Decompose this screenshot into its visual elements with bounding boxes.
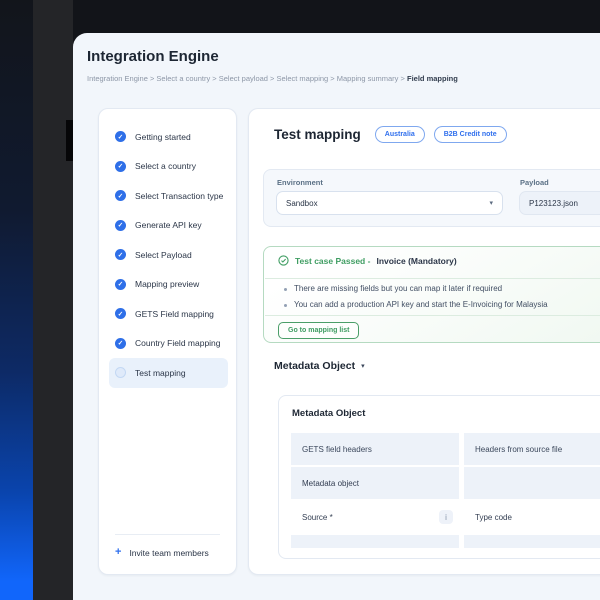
transaction-type-badge: B2B Credit note xyxy=(433,126,507,143)
check-circle-outline-icon xyxy=(278,255,289,266)
environment-form: Environment Sandbox ▾ Payload P123123.js… xyxy=(263,169,600,227)
stepper-step-mapping-preview[interactable]: ✓ Mapping preview xyxy=(109,270,228,300)
check-circle-icon: ✓ xyxy=(115,190,126,202)
check-circle-icon: ✓ xyxy=(115,160,126,172)
page-title: Integration Engine xyxy=(87,48,219,65)
stepper-step-country-field-mapping[interactable]: ✓ Country Field mapping xyxy=(109,329,228,359)
payload-field[interactable]: P123123.json xyxy=(519,191,600,215)
app-window: C xyxy=(0,0,600,600)
invite-team-members-button[interactable]: + Invite team members xyxy=(115,547,209,558)
check-circle-icon: ✓ xyxy=(115,131,126,143)
alert-bullet: There are missing fields but you can map… xyxy=(283,284,503,293)
sidebar: C xyxy=(33,0,106,600)
metadata-object-dropdown[interactable]: Metadata Object ▾ xyxy=(274,360,365,372)
divider xyxy=(115,534,220,535)
col-header-source: Headers from source file xyxy=(464,433,600,465)
payload-label: Payload xyxy=(520,178,549,187)
table-row: Source * i Type code xyxy=(291,501,600,533)
alert-bullet: You can add a production API key and sta… xyxy=(284,300,548,309)
check-circle-icon: ✓ xyxy=(115,249,126,261)
test-mapping-panel: Test mapping Australia B2B Credit note E… xyxy=(248,108,600,575)
stepper-step-gets-field-mapping[interactable]: ✓ GETS Field mapping xyxy=(109,299,228,329)
go-to-mapping-list-button[interactable]: Go to mapping list xyxy=(278,322,360,339)
stepper-steps: ✓ Getting started ✓ Select a country ✓ S… xyxy=(109,122,228,388)
breadcrumb-current: Field mapping xyxy=(406,74,458,83)
alert-status-text: Test case Passed - xyxy=(295,255,371,266)
divider xyxy=(265,315,600,316)
stepper-step-select-payload[interactable]: ✓ Select Payload xyxy=(109,240,228,270)
alert-header: Test case Passed - Invoice (Mandatory) xyxy=(278,255,457,266)
metadata-object-card: Metadata Object GETS field headers Heade… xyxy=(278,395,600,559)
card-title: Metadata Object xyxy=(292,408,366,419)
section-title: Test mapping xyxy=(274,127,361,142)
mapping-table: GETS field headers Headers from source f… xyxy=(291,433,600,548)
alert-subject-text: Invoice (Mandatory) xyxy=(376,255,457,266)
table-row: Metadata object xyxy=(291,467,600,499)
test-mapping-header: Test mapping Australia B2B Credit note xyxy=(274,126,507,143)
breadcrumb-path[interactable]: Integration Engine > Select a country > … xyxy=(87,74,407,83)
chevron-down-icon: ▾ xyxy=(489,200,493,207)
divider xyxy=(265,278,600,279)
check-circle-icon: ✓ xyxy=(115,278,126,290)
country-badge: Australia xyxy=(374,126,425,143)
table-row: Source Object xyxy=(291,535,600,548)
stepper-panel: ✓ Getting started ✓ Select a country ✓ S… xyxy=(98,108,237,575)
caret-down-icon: ▾ xyxy=(361,363,365,370)
stepper-step-generate-api-key[interactable]: ✓ Generate API key xyxy=(109,211,228,241)
brand-gradient xyxy=(0,0,33,600)
pending-circle-icon xyxy=(115,367,126,379)
test-result-alert: Test case Passed - Invoice (Mandatory) T… xyxy=(263,246,600,343)
stepper-step-select-country[interactable]: ✓ Select a country xyxy=(109,152,228,182)
plus-icon: + xyxy=(115,546,122,558)
stepper-step-getting-started[interactable]: ✓ Getting started xyxy=(109,122,228,152)
stepper-step-transaction-type[interactable]: ✓ Select Transaction type xyxy=(109,181,228,211)
content-card: Integration Engine Integration Engine > … xyxy=(73,33,600,600)
check-circle-icon: ✓ xyxy=(115,308,126,320)
table-header-row: GETS field headers Headers from source f… xyxy=(291,433,600,465)
environment-label: Environment xyxy=(277,178,323,187)
check-circle-icon: ✓ xyxy=(115,337,126,349)
stepper-step-test-mapping[interactable]: Test mapping xyxy=(109,358,228,388)
breadcrumb[interactable]: Integration Engine > Select a country > … xyxy=(87,74,458,83)
check-circle-icon: ✓ xyxy=(115,219,126,231)
environment-select[interactable]: Sandbox ▾ xyxy=(276,191,503,215)
col-header-gets: GETS field headers xyxy=(291,433,459,465)
info-icon[interactable]: i xyxy=(439,510,453,524)
